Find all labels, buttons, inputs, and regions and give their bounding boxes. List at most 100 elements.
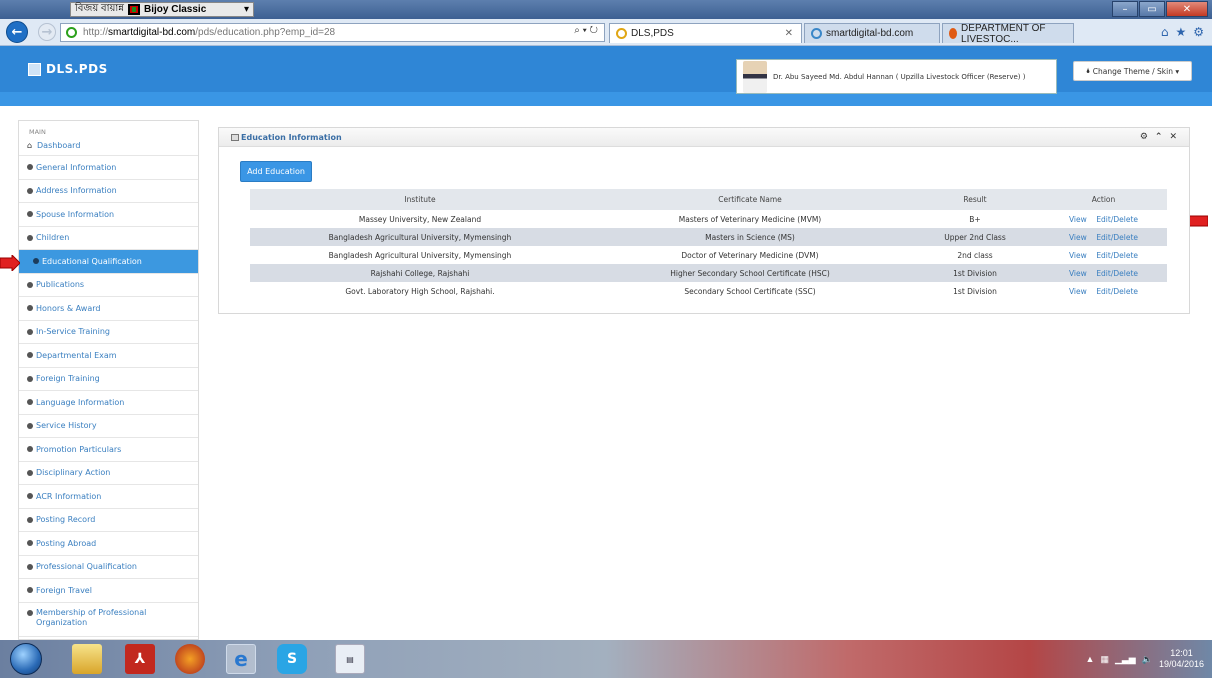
close-icon[interactable]: ✕ — [1169, 132, 1177, 142]
notepad-icon[interactable]: ▤ — [335, 644, 365, 674]
theme-icon: 🌢 — [1085, 66, 1093, 75]
tab-smartdigital[interactable]: smartdigital-bd.com — [804, 23, 940, 43]
bullet-icon — [27, 352, 33, 359]
clock-time: 12:01 — [1170, 648, 1193, 658]
bijoy-flag-icon — [128, 4, 141, 15]
url-prefix: http:// — [83, 27, 109, 38]
page-icon — [66, 27, 77, 38]
table-row: Bangladesh Agricultural University, Myme… — [250, 246, 1167, 264]
sidebar-heading: MAIN — [29, 128, 46, 136]
edit-link[interactable]: Edit — [1096, 251, 1111, 260]
add-education-button[interactable]: Add Education — [240, 161, 312, 182]
bullet-icon — [27, 493, 33, 500]
sidebar-item-dashboard[interactable]: ⌂ Dashboard — [19, 136, 198, 156]
tab-department-livestock[interactable]: DEPARTMENT OF LIVESTOC... — [942, 22, 1074, 45]
sidebar-item-label: Address Information — [36, 186, 117, 196]
internet-explorer-icon[interactable]: e — [226, 644, 256, 674]
avatar — [743, 60, 767, 93]
brand-logo-icon — [28, 62, 41, 76]
edit-link[interactable]: Edit — [1096, 233, 1111, 242]
back-button[interactable]: ← — [6, 21, 28, 43]
gear-icon[interactable]: ⚙ — [1193, 25, 1204, 39]
address-bar[interactable]: http://smartdigital-bd.com/pds/education… — [60, 23, 605, 42]
column-header-certificate: Certificate Name — [718, 195, 782, 204]
network-icon[interactable]: ▦ — [1100, 654, 1109, 665]
firefox-icon[interactable] — [175, 644, 205, 674]
view-link[interactable]: View — [1069, 287, 1087, 296]
cell-institute: Massey University, New Zealand — [358, 214, 482, 224]
cell-institute: Govt. Laboratory High School, Rajshahi. — [345, 286, 495, 296]
change-theme-button[interactable]: 🌢 Change Theme / Skin ▾ — [1073, 61, 1192, 81]
minimize-button[interactable]: – — [1112, 1, 1138, 17]
view-link[interactable]: View — [1069, 251, 1087, 260]
cell-action: View Edit/Delete — [1040, 282, 1167, 300]
delete-link[interactable]: Delete — [1113, 233, 1138, 242]
sidebar-item-general-information[interactable]: General Information — [19, 156, 198, 180]
sidebar-item-membership[interactable]: Membership of Professional Organization — [19, 603, 198, 637]
sidebar-item-spouse-information[interactable]: Spouse Information — [19, 203, 198, 227]
brand[interactable]: DLS.PDS — [28, 62, 108, 76]
bullet-icon — [27, 187, 33, 194]
ime-dropdown-icon[interactable]: ▾ — [240, 4, 253, 15]
table-row: Bangladesh Agricultural University, Myme… — [250, 228, 1167, 246]
panel-controls: ⚙ ⌃ ✕ — [1140, 132, 1177, 142]
tab-dls-pds[interactable]: DLS,PDS ✕ — [609, 23, 802, 43]
gear-icon[interactable]: ⚙ — [1140, 132, 1148, 142]
sidebar-item-professional-qualification[interactable]: Professional Qualification — [19, 556, 198, 579]
ime-toolbar[interactable]: বিজয় বায়ান্ন Bijoy Classic ▾ — [70, 1, 255, 18]
sidebar-item-service-history[interactable]: Service History — [19, 415, 198, 438]
forward-button[interactable]: → — [38, 23, 56, 41]
view-link[interactable]: View — [1069, 269, 1087, 278]
sidebar-item-address-information[interactable]: Address Information — [19, 180, 198, 203]
delete-link[interactable]: Delete — [1113, 287, 1138, 296]
view-link[interactable]: View — [1069, 215, 1087, 224]
view-link[interactable]: View — [1069, 233, 1087, 242]
sidebar-item-children[interactable]: Children — [19, 227, 198, 250]
close-window-button[interactable]: ✕ — [1166, 1, 1208, 17]
ime-keyboard-name[interactable]: Bijoy Classic — [140, 4, 240, 15]
column-header-result: Result — [963, 195, 987, 204]
explorer-icon[interactable] — [72, 644, 102, 674]
sidebar-item-posting-abroad[interactable]: Posting Abroad — [19, 532, 198, 556]
user-info[interactable]: Dr. Abu Sayeed Md. Abdul Hannan ( Upzill… — [736, 59, 1057, 94]
show-hidden-icons-icon[interactable]: ▲ — [1086, 654, 1095, 664]
sidebar-item-disciplinary-action[interactable]: Disciplinary Action — [19, 462, 198, 485]
edit-link[interactable]: Edit — [1096, 269, 1111, 278]
close-tab-icon[interactable]: ✕ — [785, 28, 793, 39]
sidebar-item-posting-record[interactable]: Posting Record — [19, 509, 198, 532]
sidebar-item-educational-qualification[interactable]: Educational Qualification — [19, 250, 198, 274]
ime-language[interactable]: বিজয় বায়ান্ন — [71, 1, 128, 18]
clock[interactable]: 12:01 19/04/2016 — [1159, 648, 1204, 670]
tab-label: DEPARTMENT OF LIVESTOC... — [961, 22, 1046, 45]
bullet-icon — [27, 211, 33, 218]
delete-link[interactable]: Delete — [1113, 215, 1138, 224]
url-domain: smartdigital-bd.com — [108, 27, 196, 38]
volume-icon[interactable]: 🔈 — [1142, 654, 1153, 665]
acrobat-icon[interactable]: ⅄ — [125, 644, 155, 674]
cell-action: View Edit/Delete — [1040, 264, 1167, 282]
maximize-button[interactable]: ▭ — [1139, 1, 1165, 17]
sidebar-item-in-service-training[interactable]: In-Service Training — [19, 321, 198, 344]
sidebar-item-language-information[interactable]: Language Information — [19, 391, 198, 415]
sidebar-item-honors-award[interactable]: Honors & Award — [19, 297, 198, 321]
sidebar-item-publications[interactable]: Publications — [19, 274, 198, 297]
star-icon[interactable]: ★ — [1175, 25, 1186, 39]
home-icon[interactable]: ⌂ — [1161, 25, 1169, 39]
sidebar-item-foreign-training[interactable]: Foreign Training — [19, 368, 198, 391]
sidebar-item-acr-information[interactable]: ACR Information — [19, 485, 198, 509]
delete-link[interactable]: Delete — [1113, 269, 1138, 278]
search-refresh-icon[interactable]: ⌕ ▾ ↻ — [574, 25, 598, 36]
edit-link[interactable]: Edit — [1096, 215, 1111, 224]
signal-icon[interactable]: ▁▃▅ — [1115, 654, 1136, 665]
sidebar-item-promotion-particulars[interactable]: Promotion Particulars — [19, 438, 198, 462]
sidebar-item-label: Foreign Travel — [36, 585, 92, 595]
education-panel: Education Information ⚙ ⌃ ✕ Add Educatio… — [218, 127, 1190, 314]
start-button[interactable] — [10, 643, 42, 675]
delete-link[interactable]: Delete — [1113, 251, 1138, 260]
sidebar-item-departmental-exam[interactable]: Departmental Exam — [19, 344, 198, 368]
edit-link[interactable]: Edit — [1096, 287, 1111, 296]
skype-icon[interactable]: S — [277, 644, 307, 674]
chevron-up-icon[interactable]: ⌃ — [1155, 132, 1163, 142]
sidebar-item-label: Membership of Professional Organization — [36, 607, 147, 627]
sidebar-item-foreign-travel[interactable]: Foreign Travel — [19, 579, 198, 603]
